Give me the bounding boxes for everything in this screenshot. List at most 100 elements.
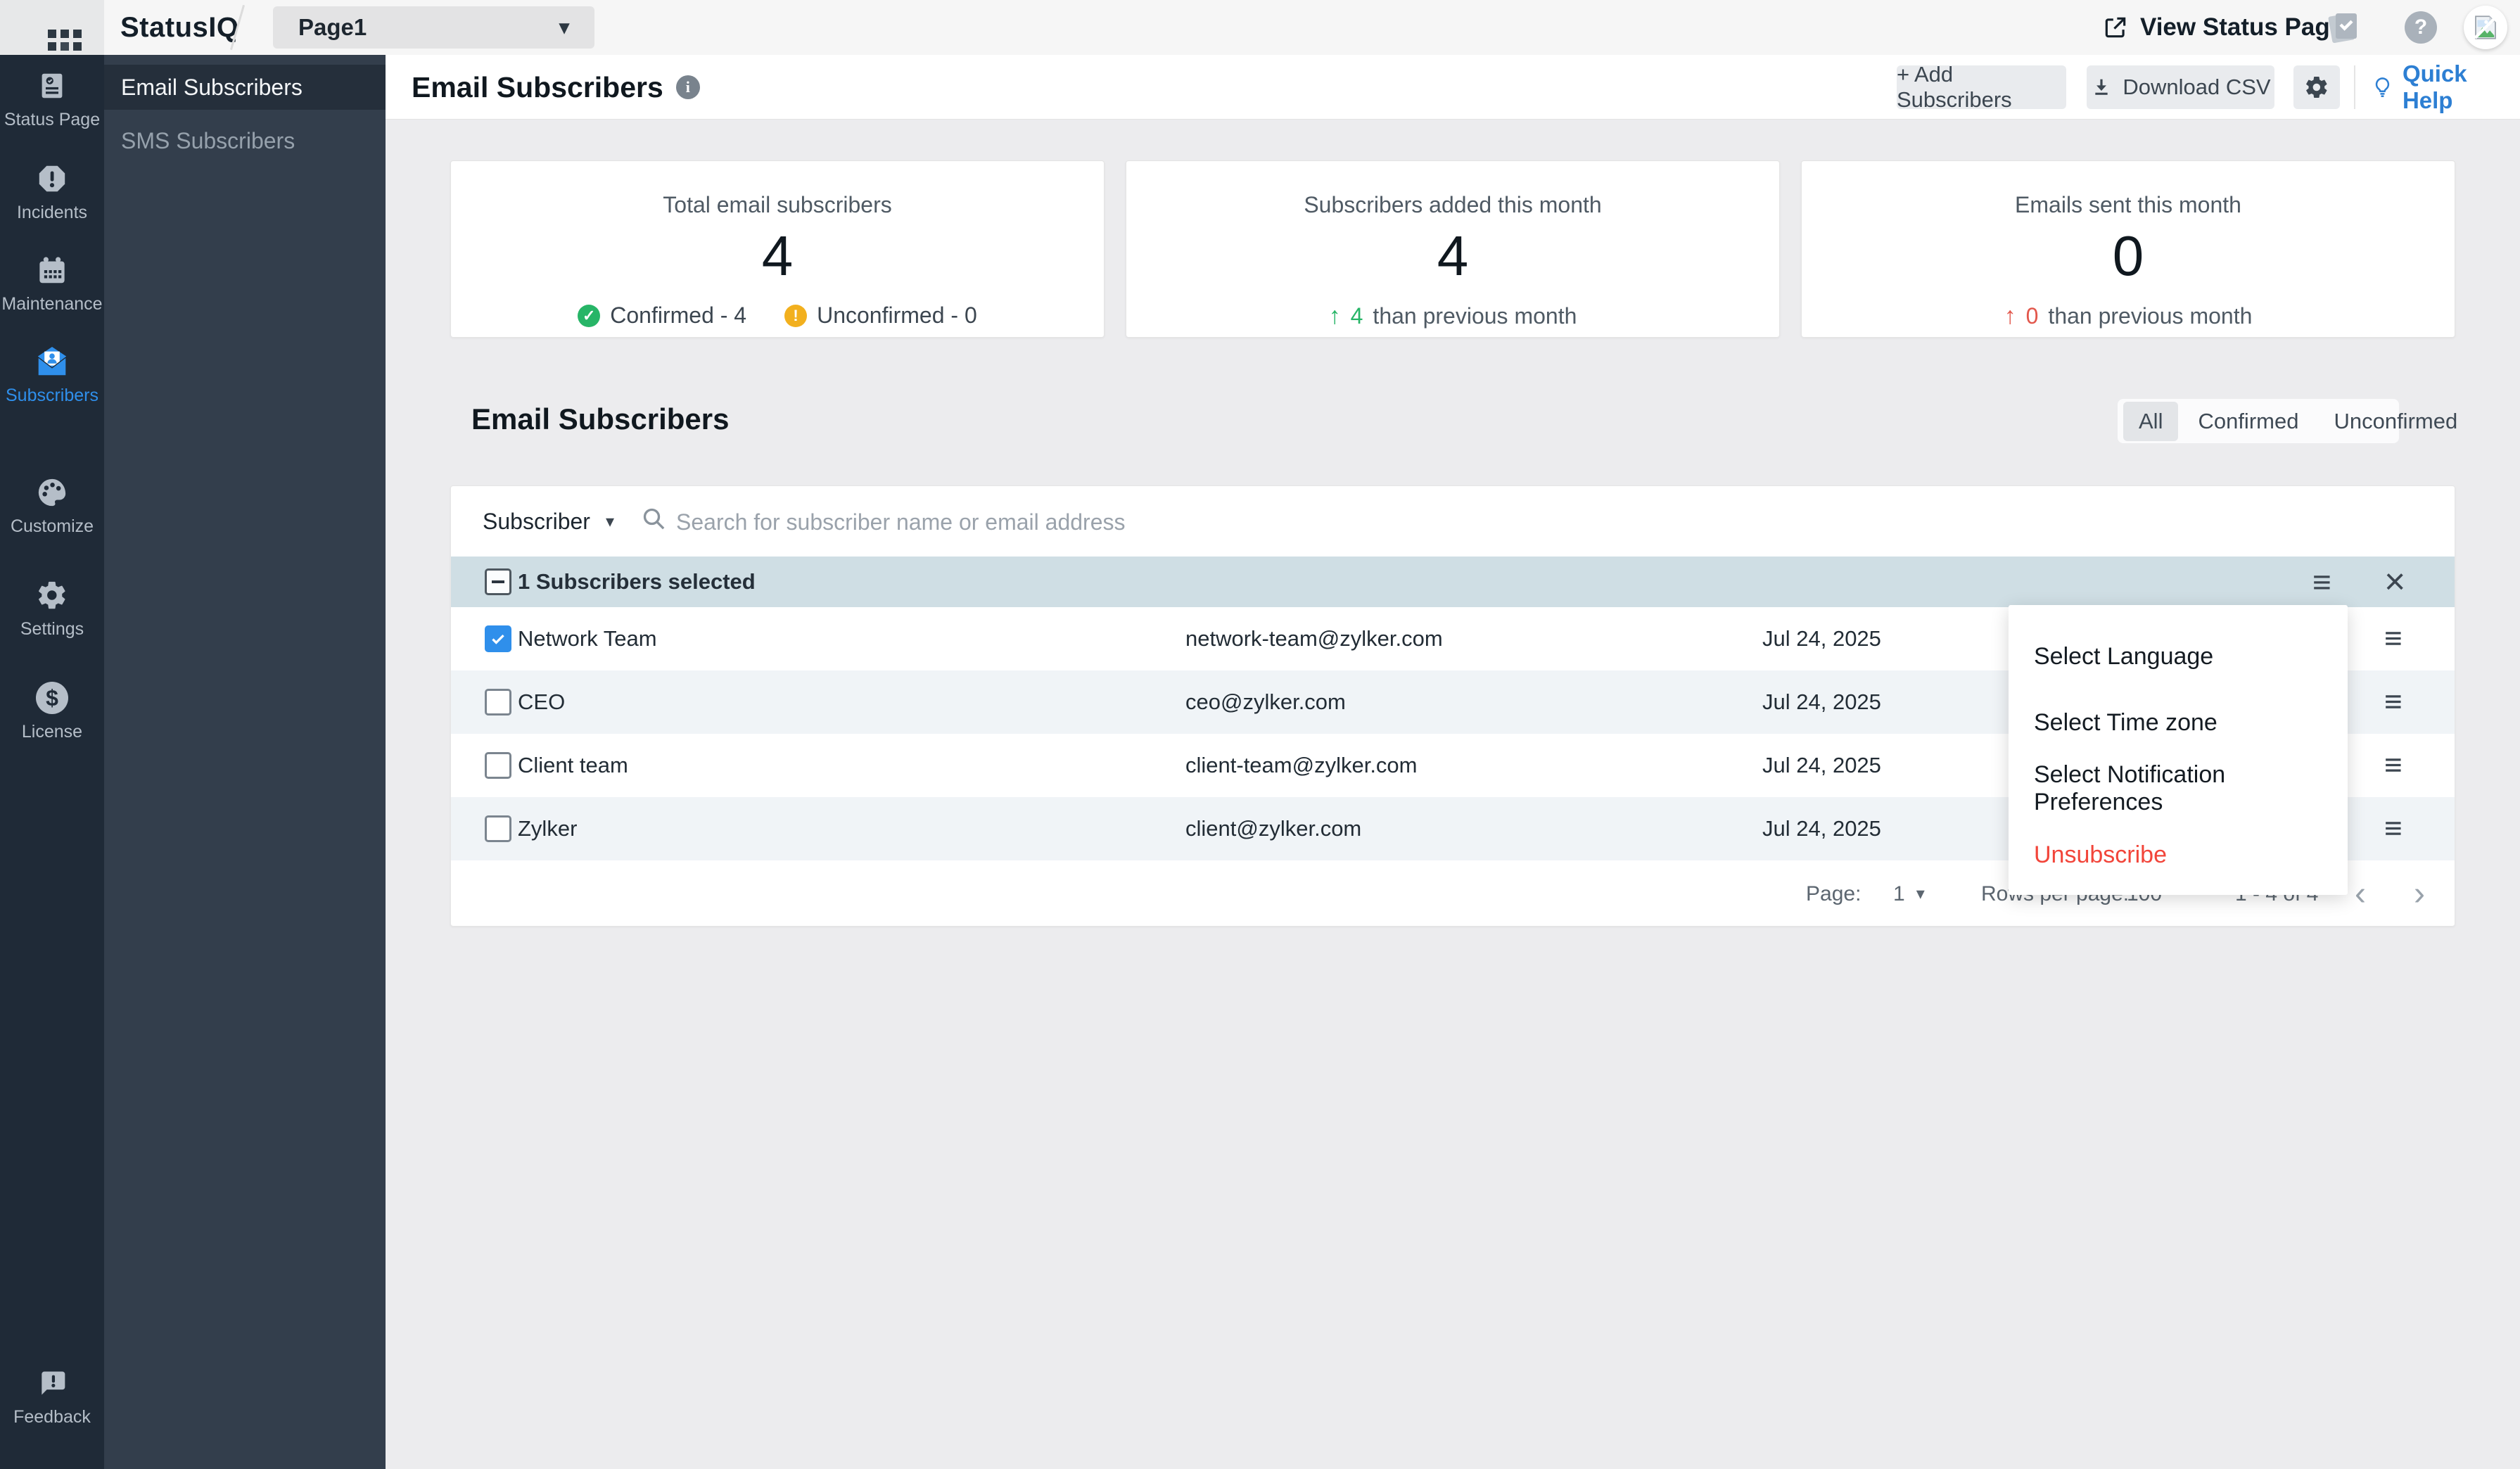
row-actions-menu-icon[interactable]: ≡: [2384, 670, 2403, 734]
table-settings-button[interactable]: [2293, 65, 2340, 109]
sidebar-item-license[interactable]: $ License: [0, 680, 104, 742]
delta-value: 4: [1350, 303, 1363, 329]
row-actions-menu-icon[interactable]: ≡: [2384, 797, 2403, 860]
search-icon: [639, 504, 668, 533]
menu-item-unsubscribe[interactable]: Unsubscribe: [2009, 822, 2348, 888]
status-page-selector-value: Page1: [298, 14, 367, 40]
subnav-item-sms-subscribers[interactable]: SMS Subscribers: [104, 118, 386, 163]
caret-down-icon: ▾: [1916, 884, 1925, 903]
unconfirmed-warning-icon: !: [784, 304, 808, 327]
help-button[interactable]: ?: [2405, 0, 2437, 55]
table-toolbar: Subscriber ▾: [451, 486, 2455, 557]
sidebar-item-customize[interactable]: Customize: [0, 474, 104, 537]
previous-page-button[interactable]: ‹: [2355, 860, 2366, 927]
search-category-value: Subscriber: [483, 508, 590, 534]
search-input[interactable]: [675, 499, 2296, 545]
download-csv-button[interactable]: Download CSV: [2087, 65, 2274, 109]
header-divider: [2354, 65, 2355, 109]
stat-card-sent: Emails sent this month 0 ↑ 0 than previo…: [1801, 160, 2455, 338]
stat-title: Total email subscribers: [663, 192, 892, 217]
sidebar-label: License: [21, 722, 83, 742]
subscriber-email: client@zylker.com: [1185, 816, 1362, 841]
bulk-actions-menu-icon[interactable]: ≡: [2312, 557, 2331, 607]
dollar-icon: $: [36, 682, 68, 714]
subscribers-icon: [0, 343, 104, 380]
sidebar-label: Subscribers: [6, 386, 98, 405]
section-title: Email Subscribers: [471, 402, 730, 435]
menu-item-select-language[interactable]: Select Language: [2009, 623, 2348, 689]
sidebar-item-maintenance[interactable]: Maintenance: [0, 252, 104, 314]
delta-suffix: than previous month: [2048, 303, 2253, 329]
tab-confirmed[interactable]: Confirmed: [2182, 402, 2314, 441]
app-switcher-button[interactable]: [0, 0, 104, 55]
row-actions-menu-icon[interactable]: ≡: [2384, 607, 2403, 670]
next-page-button[interactable]: ›: [2414, 860, 2425, 927]
quick-help-link[interactable]: Quick Help: [2371, 55, 2520, 120]
incidents-icon: [0, 160, 104, 197]
stat-value: 4: [1437, 224, 1469, 287]
status-page-selector[interactable]: Page1 ▾: [273, 6, 594, 49]
stat-title: Emails sent this month: [2015, 192, 2241, 217]
subnav-label: Email Subscribers: [121, 74, 303, 100]
caret-down-icon: ▾: [559, 16, 569, 38]
row-actions-menu-icon[interactable]: ≡: [2384, 734, 2403, 797]
row-checkbox[interactable]: [485, 752, 511, 779]
subscribed-date: Jul 24, 2025: [1762, 753, 1881, 777]
user-avatar[interactable]: [2464, 0, 2507, 55]
whats-new-button[interactable]: [2326, 0, 2362, 55]
add-subscribers-button[interactable]: + Add Subscribers: [1897, 62, 2066, 112]
sidebar-label: Incidents: [16, 203, 88, 222]
sidebar-item-subscribers[interactable]: Subscribers: [0, 343, 104, 406]
stat-title: Subscribers added this month: [1304, 192, 1602, 217]
row-checkbox[interactable]: [485, 689, 511, 716]
arrow-up-icon: ↑: [1328, 303, 1341, 329]
sidebar-item-incidents[interactable]: Incidents: [0, 160, 104, 223]
row-checkbox[interactable]: [485, 815, 511, 842]
status-page-icon: [0, 68, 104, 104]
tab-unconfirmed[interactable]: Unconfirmed: [2318, 402, 2473, 441]
sidebar-item-status-page[interactable]: Status Page: [0, 68, 104, 130]
lightbulb-icon: [2375, 77, 2390, 98]
subscriber-email: ceo@zylker.com: [1185, 689, 1346, 714]
delta-value: 0: [2025, 303, 2039, 329]
sidebar-item-feedback[interactable]: Feedback: [0, 1365, 104, 1427]
check-icon: [492, 634, 504, 644]
subnav-item-email-subscribers[interactable]: Email Subscribers: [104, 65, 386, 110]
gear-icon: [0, 577, 104, 613]
menu-item-select-time-zone[interactable]: Select Time zone: [2009, 689, 2348, 756]
broken-image-icon: [2474, 15, 2497, 39]
stat-value: 4: [761, 224, 794, 287]
delta-suffix: than previous month: [1373, 303, 1577, 329]
search-category-dropdown[interactable]: Subscriber ▾: [483, 486, 614, 557]
maintenance-icon: [0, 252, 104, 288]
avatar: [2464, 6, 2507, 49]
subnav-label: SMS Subscribers: [121, 127, 295, 153]
page-number-dropdown[interactable]: 1 ▾: [1893, 860, 1925, 927]
select-all-checkbox[interactable]: [485, 568, 511, 595]
sidebar-label: Customize: [10, 516, 94, 536]
row-checkbox-checked[interactable]: [485, 625, 511, 652]
subscribers-subnav: Email Subscribers SMS Subscribers: [104, 55, 386, 1469]
download-csv-label: Download CSV: [2123, 75, 2271, 99]
tab-all[interactable]: All: [2123, 401, 2179, 441]
external-link-icon: [2105, 17, 2126, 38]
gear-icon: [2306, 76, 2327, 98]
info-icon[interactable]: i: [675, 75, 700, 99]
menu-item-select-notification-preferences[interactable]: Select Notification Preferences: [2009, 756, 2348, 822]
question-icon: ?: [2405, 11, 2437, 44]
close-icon[interactable]: ×: [2384, 557, 2405, 607]
sidebar-item-settings[interactable]: Settings: [0, 577, 104, 640]
download-icon: [2095, 79, 2108, 95]
view-status-page-label: View Status Page: [2140, 13, 2344, 41]
selection-bar: 1 Subscribers selected ≡ ×: [451, 557, 2455, 607]
page-number-value: 1: [1893, 882, 1905, 905]
subscriber-name: CEO: [518, 689, 566, 714]
subscribed-date: Jul 24, 2025: [1762, 689, 1881, 714]
stat-card-total: Total email subscribers 4 ✓ Confirmed - …: [450, 160, 1105, 338]
arrow-up-icon: ↑: [2004, 303, 2016, 329]
subscriber-email: client-team@zylker.com: [1185, 753, 1418, 777]
subscribed-date: Jul 24, 2025: [1762, 626, 1881, 651]
view-status-page-link[interactable]: View Status Page: [2102, 0, 2343, 55]
customize-icon: [0, 474, 104, 511]
page-title: Email Subscribers: [412, 70, 663, 103]
